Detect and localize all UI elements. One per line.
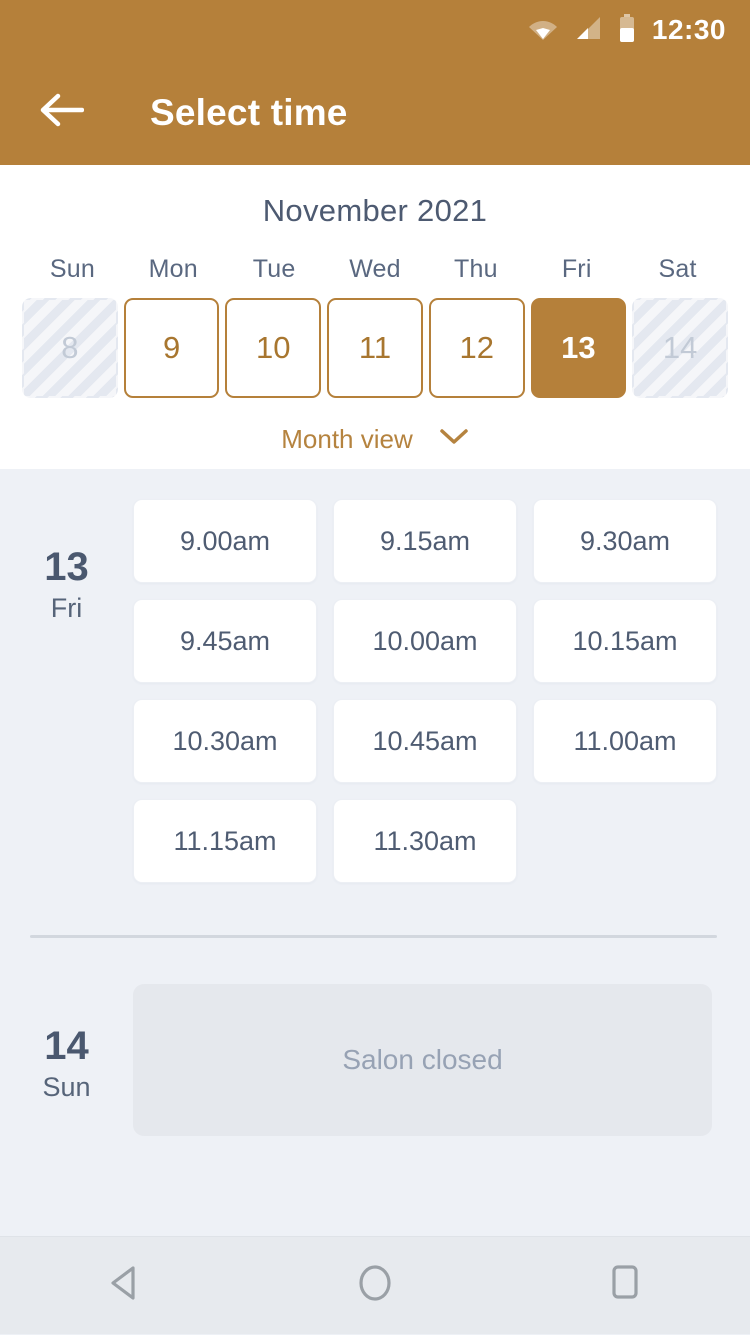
- weekday-label: Fri: [561, 255, 592, 283]
- day-label-14: 14 Sun: [0, 984, 133, 1136]
- weekday-label: Tue: [252, 255, 296, 283]
- cellular-signal-icon: [574, 16, 602, 45]
- nav-recents-button[interactable]: [570, 1237, 680, 1335]
- day-label-13: 13 Fri: [0, 499, 133, 883]
- month-view-toggle[interactable]: Month view: [0, 424, 750, 455]
- time-slot[interactable]: 10.45am: [333, 699, 517, 783]
- month-view-label: Month view: [281, 424, 413, 454]
- schedule-day-13: 13 Fri 9.00am 9.15am 9.30am 9.45am 10.00…: [0, 469, 750, 883]
- app-bar: Select time: [0, 60, 750, 165]
- weekday-label: Mon: [148, 255, 198, 283]
- chevron-down-icon: [439, 428, 469, 451]
- time-slot[interactable]: 10.15am: [533, 599, 717, 683]
- time-slot[interactable]: 9.15am: [333, 499, 517, 583]
- page-title: Select time: [150, 91, 348, 133]
- calendar-day-10[interactable]: 10: [225, 298, 322, 398]
- nav-home-button[interactable]: [320, 1237, 430, 1335]
- day-number: 14: [44, 1024, 89, 1068]
- weekday-label: Thu: [454, 255, 498, 283]
- calendar-panel: November 2021 Sun Mon Tue Wed Thu Fri Sa…: [0, 165, 750, 469]
- weekday-label: Wed: [349, 255, 401, 283]
- time-slot[interactable]: 11.15am: [133, 799, 317, 883]
- schedule-content: 13 Fri 9.00am 9.15am 9.30am 9.45am 10.00…: [0, 469, 750, 1136]
- android-nav-bar: [0, 1236, 750, 1334]
- status-bar-clock: 12:30: [651, 14, 726, 45]
- status-bar: 12:30: [0, 0, 750, 60]
- schedule-day-14: 14 Sun Salon closed: [0, 938, 750, 1136]
- time-slot[interactable]: 11.00am: [533, 699, 717, 783]
- day-number: 13: [44, 545, 89, 589]
- recents-square-icon: [608, 1263, 642, 1308]
- wifi-icon: [528, 16, 558, 45]
- weekday-label: Sat: [658, 255, 697, 283]
- calendar-day-row: 8 9 10 11 12 13 14: [0, 298, 750, 398]
- time-slot[interactable]: 10.30am: [133, 699, 317, 783]
- back-triangle-icon: [107, 1264, 143, 1307]
- time-slot-grid: 9.00am 9.15am 9.30am 9.45am 10.00am 10.1…: [133, 499, 750, 883]
- nav-back-button[interactable]: [70, 1237, 180, 1335]
- time-slot[interactable]: 9.45am: [133, 599, 317, 683]
- time-slot[interactable]: 9.00am: [133, 499, 317, 583]
- day-weekday: Fri: [50, 593, 83, 623]
- battery-icon: [618, 13, 636, 47]
- home-circle-icon: [356, 1262, 394, 1309]
- calendar-day-11[interactable]: 11: [327, 298, 423, 398]
- arrow-left-icon: [40, 93, 85, 132]
- calendar-month-title: November 2021: [262, 193, 488, 228]
- calendar-day-14: 14: [632, 298, 728, 398]
- calendar-weekday-header: Sun Mon Tue Wed Thu Fri Sat: [0, 255, 750, 284]
- calendar-day-9[interactable]: 9: [123, 298, 220, 398]
- time-slot[interactable]: 11.30am: [333, 799, 517, 883]
- calendar-day-8: 8: [22, 298, 118, 398]
- salon-closed-banner: Salon closed: [133, 984, 712, 1136]
- back-button[interactable]: [34, 85, 90, 141]
- time-slot[interactable]: 9.30am: [533, 499, 717, 583]
- calendar-day-12[interactable]: 12: [428, 298, 525, 398]
- day-weekday: Sun: [42, 1072, 91, 1102]
- weekday-label: Sun: [49, 255, 95, 283]
- time-slot[interactable]: 10.00am: [333, 599, 517, 683]
- calendar-day-13[interactable]: 13: [530, 298, 627, 398]
